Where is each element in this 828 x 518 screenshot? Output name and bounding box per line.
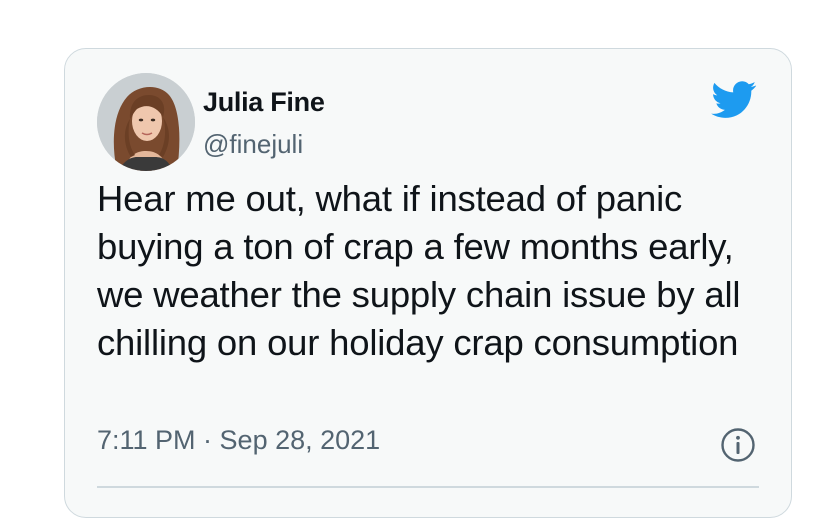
avatar-image: [97, 73, 195, 171]
tweet-card[interactable]: Julia Fine @finejuli Hear me out, what i…: [64, 48, 792, 518]
info-icon[interactable]: [720, 427, 756, 463]
author-name[interactable]: Julia Fine: [203, 87, 325, 118]
tweet-text: Hear me out, what if instead of panic bu…: [97, 178, 741, 363]
twitter-bird-icon[interactable]: [711, 81, 757, 119]
author-handle[interactable]: @finejuli: [203, 129, 303, 160]
tweet-timestamp[interactable]: 7:11 PM · Sep 28, 2021: [97, 425, 380, 456]
divider: [97, 486, 759, 488]
avatar[interactable]: [97, 73, 195, 171]
